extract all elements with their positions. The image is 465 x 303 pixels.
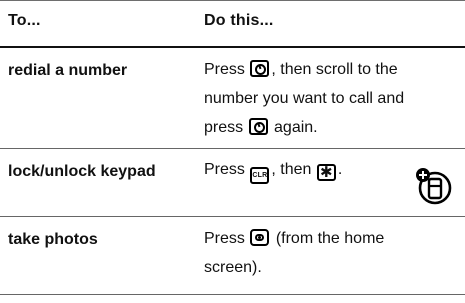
instructions-table: To... Do this... redial a number Press ,… — [0, 0, 465, 303]
row-divider — [0, 216, 465, 217]
instruction-text: again. — [274, 119, 318, 136]
instruction-text: Press — [204, 61, 245, 78]
header-do-this: Do this... — [204, 12, 274, 29]
star-key-icon: ✱ — [316, 164, 336, 181]
row-divider — [0, 148, 465, 149]
row-divider — [0, 294, 465, 295]
send-key-icon — [250, 60, 270, 77]
instruction-text: . — [337, 161, 343, 178]
header-rule — [0, 46, 465, 48]
row-action-lock: lock/unlock keypad — [8, 163, 156, 180]
row-instruction-redial: Press , then scroll to the number you wa… — [204, 55, 444, 142]
instruction-text: , then — [271, 161, 312, 178]
row-action-photos: take photos — [8, 231, 98, 248]
instruction-text: Press — [204, 230, 245, 247]
row-action-redial: redial a number — [8, 62, 128, 79]
table-header: To... Do this... — [0, 0, 465, 48]
send-key-icon — [248, 118, 268, 135]
clr-key-icon: CLR — [250, 167, 270, 184]
instruction-text: Press — [204, 161, 245, 178]
camera-key-icon — [250, 229, 270, 246]
row-instruction-lock: Press CLR, then ✱. — [204, 155, 444, 184]
header-to: To... — [8, 12, 41, 29]
phone-feature-icon — [416, 168, 452, 205]
row-instruction-photos: Press (from the home screen). — [204, 224, 444, 282]
